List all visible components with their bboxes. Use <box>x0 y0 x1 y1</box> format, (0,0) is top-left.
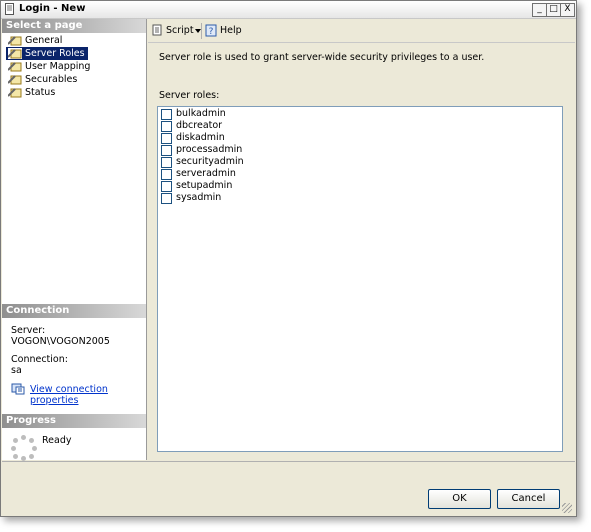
wrench-page-icon <box>8 75 22 85</box>
server-roles-page: Script ? Help Server role is used to gra… <box>148 19 575 460</box>
page-item-label: User Mapping <box>25 61 91 72</box>
role-item-dbcreator[interactable]: dbcreator <box>161 120 222 132</box>
minimize-button[interactable]: _ <box>532 3 547 17</box>
role-label: sysadmin <box>176 192 222 203</box>
role-label: diskadmin <box>176 132 225 143</box>
page-item-label: General <box>25 35 63 46</box>
svg-text:?: ? <box>209 27 214 37</box>
role-label: bulkadmin <box>176 108 226 119</box>
page-item-general[interactable]: General <box>6 34 65 47</box>
page-item-label: Securables <box>25 74 78 85</box>
server-value: VOGON\VOGON2005 <box>11 336 110 347</box>
help-label: Help <box>220 25 242 36</box>
page-description: Server role is used to grant server-wide… <box>159 52 485 63</box>
role-checkbox[interactable] <box>161 109 172 120</box>
role-checkbox[interactable] <box>161 157 172 168</box>
role-checkbox[interactable] <box>161 169 172 180</box>
role-item-bulkadmin[interactable]: bulkadmin <box>161 108 226 120</box>
help-icon: ? <box>205 24 217 37</box>
connection-header: Connection <box>2 304 146 318</box>
view-connection-properties-link[interactable]: View connection properties <box>30 384 146 406</box>
script-icon <box>152 24 162 36</box>
window-title: Login - New <box>19 3 86 14</box>
maximize-button[interactable]: □ <box>546 3 561 17</box>
ok-button[interactable]: OK <box>428 489 491 509</box>
resize-grip-icon[interactable] <box>562 503 572 513</box>
role-item-diskadmin[interactable]: diskadmin <box>161 132 225 144</box>
role-checkbox[interactable] <box>161 121 172 132</box>
connection-properties-icon <box>11 383 25 395</box>
cancel-button[interactable]: Cancel <box>497 489 560 509</box>
page-item-securables[interactable]: Securables <box>6 73 80 86</box>
toolbar-separator <box>201 23 202 39</box>
progress-status: Ready <box>42 435 72 446</box>
document-icon <box>5 3 14 15</box>
connection-label: Connection: <box>11 354 68 365</box>
title-bar[interactable]: Login - New _ □ X <box>1 1 576 19</box>
role-item-securityadmin[interactable]: securityadmin <box>161 156 244 168</box>
connection-value: sa <box>11 365 22 376</box>
role-label: processadmin <box>176 144 243 155</box>
role-label: dbcreator <box>176 120 223 131</box>
page-item-user-mapping[interactable]: User Mapping <box>6 60 93 73</box>
login-new-dialog: Login - New _ □ X Select a page General … <box>0 0 577 517</box>
dialog-button-bar: OK Cancel <box>2 461 575 516</box>
script-label: Script <box>166 25 194 36</box>
role-label: serveradmin <box>176 168 236 179</box>
page-item-label: Server Roles <box>25 48 85 59</box>
select-a-page-header: Select a page <box>2 19 146 33</box>
role-label: securityadmin <box>176 156 244 167</box>
progress-header: Progress <box>2 414 146 428</box>
server-label: Server: <box>11 325 46 336</box>
wrench-page-icon <box>8 62 22 72</box>
role-label: setupadmin <box>176 180 233 191</box>
server-roles-list[interactable]: bulkadmin dbcreator diskadmin processadm… <box>157 106 563 452</box>
wrench-page-icon <box>8 48 22 59</box>
wrench-page-icon <box>8 88 22 98</box>
role-item-sysadmin[interactable]: sysadmin <box>161 192 221 204</box>
page-item-server-roles[interactable]: Server Roles <box>6 47 88 60</box>
toolbar: Script ? Help <box>148 19 575 43</box>
close-button[interactable]: X <box>560 3 575 17</box>
page-item-status[interactable]: Status <box>6 86 58 99</box>
role-item-serveradmin[interactable]: serveradmin <box>161 168 236 180</box>
role-checkbox[interactable] <box>161 181 172 192</box>
role-checkbox[interactable] <box>161 193 172 204</box>
wrench-page-icon <box>8 36 22 46</box>
page-selector-pane: Select a page General Server Roles User … <box>2 19 147 461</box>
role-item-setupadmin[interactable]: setupadmin <box>161 180 232 192</box>
role-checkbox[interactable] <box>161 133 172 144</box>
role-checkbox[interactable] <box>161 145 172 156</box>
page-item-label: Status <box>25 87 56 98</box>
role-item-processadmin[interactable]: processadmin <box>161 144 242 156</box>
progress-spinner-icon <box>11 435 37 461</box>
server-roles-label: Server roles: <box>159 90 220 101</box>
